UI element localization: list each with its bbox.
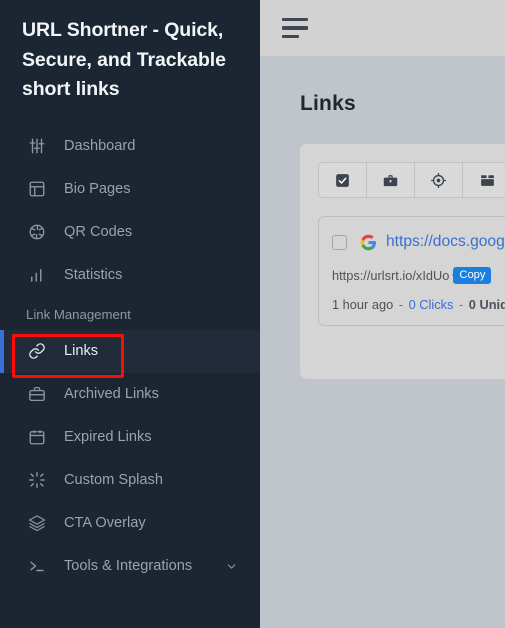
sidebar-item-label: Expired Links — [64, 429, 152, 446]
google-icon — [360, 234, 377, 251]
sidebar-item-bio-pages[interactable]: Bio Pages — [0, 168, 260, 211]
sidebar-item-label: Custom Splash — [64, 472, 163, 489]
sidebar-item-tools-integrations[interactable]: Tools & Integrations — [0, 545, 260, 588]
app-root: URL Shortner - Quick, Secure, and Tracka… — [0, 0, 505, 628]
archive-links-button[interactable] — [367, 163, 415, 197]
sidebar-item-custom-splash[interactable]: Custom Splash — [0, 459, 260, 502]
sidebar-item-expired-links[interactable]: Expired Links — [0, 416, 260, 459]
meta-separator: - — [398, 297, 404, 312]
sidebar-item-label: Dashboard — [64, 138, 136, 155]
link-clicks[interactable]: 0 Clicks — [409, 297, 454, 312]
sidebar-item-qr-codes[interactable]: QR Codes — [0, 211, 260, 254]
checkbox-checked-icon — [334, 172, 351, 189]
sidebar-item-label: Statistics — [64, 267, 123, 284]
layers-icon — [26, 512, 48, 534]
aperture-icon — [26, 221, 48, 243]
top-bar — [260, 0, 505, 56]
link-short-url[interactable]: https://urlsrt.io/xIdUo — [332, 268, 449, 283]
sidebar-item-links[interactable]: Links — [0, 329, 260, 373]
bar-chart-icon — [26, 264, 48, 286]
sidebar-group-link-management: Link Management — [26, 306, 131, 322]
main-content: Links https://docs.goog https://urlsrt.i… — [260, 0, 505, 628]
select-all-button[interactable] — [319, 163, 367, 197]
copy-button[interactable]: Copy — [452, 267, 492, 284]
sidebar-item-archived-links[interactable]: Archived Links — [0, 373, 260, 416]
brand-title: URL Shortner - Quick, Secure, and Tracka… — [22, 19, 226, 101]
terminal-icon — [26, 555, 48, 577]
link-icon — [26, 340, 48, 362]
link-long-url[interactable]: https://docs.goog — [386, 233, 505, 251]
chevron-down-icon[interactable] — [225, 560, 238, 573]
sidebar-item-label: Bio Pages — [64, 181, 131, 198]
layout-icon — [26, 178, 48, 200]
link-select-checkbox[interactable] — [332, 234, 347, 250]
link-uniques: 0 Uniqu — [468, 297, 505, 312]
sidebar-item-label: CTA Overlay — [64, 515, 146, 532]
sidebar-item-label: Tools & Integrations — [64, 558, 193, 575]
briefcase-icon — [26, 383, 48, 405]
target-button[interactable] — [415, 163, 463, 197]
sidebar-item-dashboard[interactable]: Dashboard — [0, 125, 260, 168]
crosshair-icon — [430, 172, 447, 189]
sliders-icon — [26, 135, 48, 157]
link-meta-row: 1 hour ago - 0 Clicks - 0 Uniqu — [332, 297, 505, 312]
calendar-icon — [26, 426, 48, 448]
links-panel: https://docs.goog https://urlsrt.io/xIdU… — [300, 144, 505, 379]
page-title: Links — [300, 92, 356, 115]
sidebar-nav: Dashboard Bio Pages QR Codes Statistics … — [0, 125, 260, 588]
meta-separator: - — [458, 297, 464, 312]
box-button[interactable] — [463, 163, 505, 197]
hamburger-icon[interactable] — [282, 17, 308, 39]
links-toolbar — [318, 162, 505, 198]
sidebar-item-label: QR Codes — [64, 224, 133, 241]
link-time-ago: 1 hour ago — [332, 297, 394, 312]
briefcase-icon — [382, 172, 399, 189]
link-card: https://docs.goog https://urlsrt.io/xIdU… — [318, 216, 505, 326]
archive-box-icon — [479, 172, 496, 189]
sidebar: URL Shortner - Quick, Secure, and Tracka… — [0, 0, 260, 628]
sidebar-item-label: Archived Links — [64, 386, 159, 403]
loader-icon — [26, 469, 48, 491]
sidebar-item-label: Links — [64, 343, 99, 360]
sidebar-item-cta-overlay[interactable]: CTA Overlay — [0, 502, 260, 545]
sidebar-item-statistics[interactable]: Statistics — [0, 254, 260, 297]
link-card-header: https://docs.goog — [332, 231, 505, 253]
link-short-url-row: https://urlsrt.io/xIdUo Copy — [332, 267, 505, 284]
